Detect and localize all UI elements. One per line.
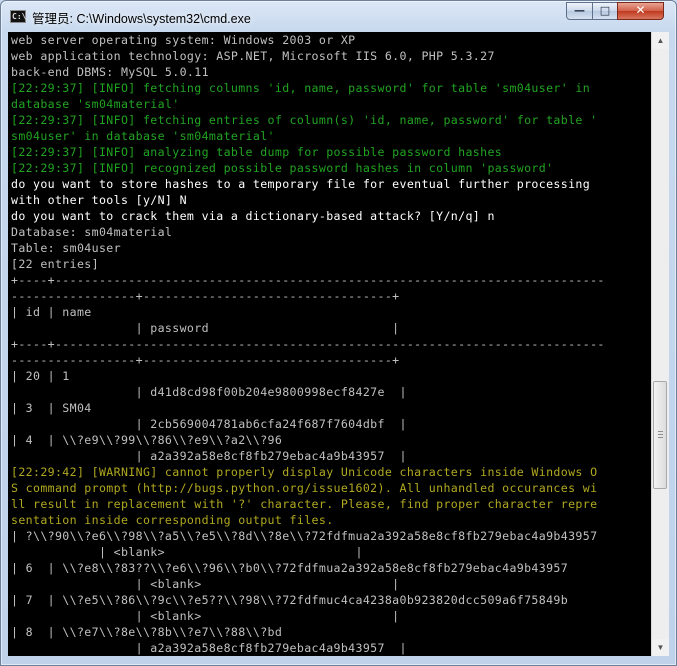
window-title: 管理员: C:\Windows\system32\cmd.exe bbox=[32, 12, 251, 26]
console-output[interactable]: web server operating system: Windows 200… bbox=[8, 32, 651, 656]
title-bar[interactable]: C:\ 管理员: C:\Windows\system32\cmd.exe — □… bbox=[1, 1, 676, 33]
console-line: | 20 | 1 bbox=[11, 369, 70, 383]
console-line: | a2a392a58e8cf8fb279ebac4a9b43957 | bbox=[11, 641, 407, 655]
console-line: | <blank> | bbox=[11, 577, 400, 591]
console-line: [22 entries] bbox=[11, 257, 99, 271]
minimize-button[interactable]: — bbox=[566, 2, 593, 20]
console-line: web application technology: ASP.NET, Mic… bbox=[11, 49, 495, 63]
console-line: | 7 | \\?e5\\?86\\?9c\\?e5??\\?98\\?72fd… bbox=[11, 593, 569, 607]
console-line: [22:29:42] [WARNING] cannot properly dis… bbox=[11, 465, 598, 479]
console-line: | d41d8cd98f00b204e9800998ecf8427e | bbox=[11, 385, 407, 399]
console-line: | <blank> | bbox=[11, 609, 400, 623]
console-line: | 2cb569004781ab6cfa24f687f7604dbf | bbox=[11, 417, 407, 431]
scroll-thumb[interactable] bbox=[653, 381, 667, 489]
console-line: [22:29:37] [INFO] fetching entries of co… bbox=[11, 113, 598, 127]
console-line: -----------------+----------------------… bbox=[11, 353, 400, 367]
console-lines: web server operating system: Windows 200… bbox=[8, 32, 651, 656]
console-line: Database: sm04material bbox=[11, 225, 173, 239]
console-line: with other tools [y/N] N bbox=[11, 193, 187, 207]
scroll-up-button[interactable]: ▲ bbox=[652, 32, 669, 49]
console-line: sentation inside corresponding output fi… bbox=[11, 513, 334, 527]
console-line: web server operating system: Windows 200… bbox=[11, 33, 356, 47]
console-line: ll result in replacement with '?' charac… bbox=[11, 497, 598, 511]
grip-line bbox=[658, 434, 663, 435]
console-line: | <blank> | bbox=[11, 545, 363, 559]
console-line: | 3 | SM04 bbox=[11, 401, 92, 415]
console-line: [22:29:37] [INFO] fetching columns 'id, … bbox=[11, 81, 591, 95]
maximize-button[interactable]: □ bbox=[592, 2, 618, 20]
console-line: | ?\\?90\\?e6\\?98\\?a5\\?e5\\?8d\\?8e\\… bbox=[11, 529, 598, 543]
close-button[interactable]: ✕ bbox=[617, 2, 664, 20]
console-line: | 8 | \\?e7\\?8e\\?8b\\?e7\\?88\\?bd bbox=[11, 625, 283, 639]
console-line: back-end DBMS: MySQL 5.0.11 bbox=[11, 65, 209, 79]
console-line: -----------------+----------------------… bbox=[11, 289, 400, 303]
console-line: | id | name bbox=[11, 305, 92, 319]
console-line: +----+----------------------------------… bbox=[11, 273, 605, 287]
console-line: do you want to store hashes to a tempora… bbox=[11, 177, 591, 191]
grip-line bbox=[658, 431, 663, 432]
console-line: sm04user' in database 'sm04material' bbox=[11, 129, 275, 143]
console-line: do you want to crack them via a dictiona… bbox=[11, 209, 495, 223]
cmd-window: C:\ 管理员: C:\Windows\system32\cmd.exe — □… bbox=[0, 0, 677, 666]
console-line: S command prompt (http://bugs.python.org… bbox=[11, 481, 598, 495]
console-line: [22:29:37] [INFO] analyzing table dump f… bbox=[11, 145, 503, 159]
console-line: Table: sm04user bbox=[11, 241, 121, 255]
console-line: | password | bbox=[11, 321, 400, 335]
scroll-down-button[interactable]: ▼ bbox=[652, 639, 669, 656]
vertical-scrollbar[interactable]: ▲ ▼ bbox=[651, 32, 669, 656]
console-line: database 'sm04material' bbox=[11, 97, 180, 111]
console-line: | 4 | \\?e9\\?99\\?86\\?e9\\?a2\\?96 bbox=[11, 433, 283, 447]
grip-line bbox=[658, 437, 663, 438]
console-line: [22:29:37] [INFO] recognized possible pa… bbox=[11, 161, 554, 175]
console-line: | 6 | \\?e8\\?83??\\?e6\\?96\\?b0\\?72fd… bbox=[11, 561, 569, 575]
console-line: +----+----------------------------------… bbox=[11, 337, 605, 351]
cmd-icon[interactable]: C:\ bbox=[10, 10, 26, 23]
console-line: | a2a392a58e8cf8fb279ebac4a9b43957 | bbox=[11, 449, 407, 463]
